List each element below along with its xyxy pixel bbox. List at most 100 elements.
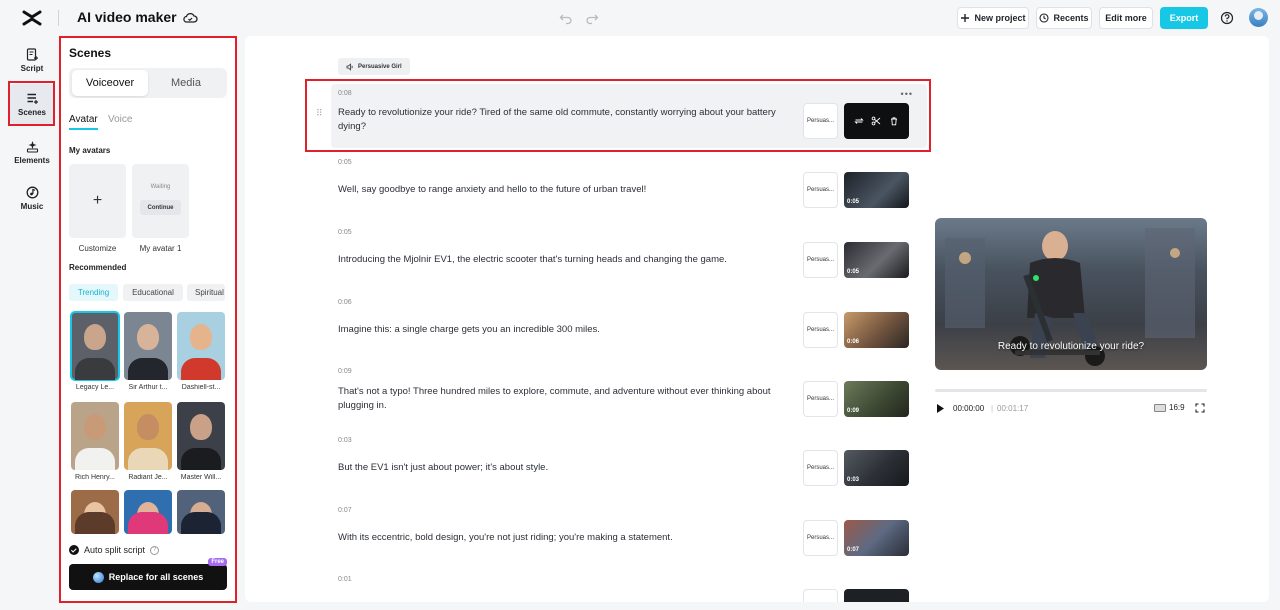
avatar-card[interactable] — [124, 490, 172, 534]
avatar-caption: Dashiell-st... — [181, 384, 221, 391]
recents-button[interactable]: Recents — [1036, 7, 1092, 29]
scene-duration: 0:09 — [847, 408, 860, 414]
scene-row[interactable]: 0:07 With its eccentric, bold design, yo… — [331, 504, 927, 564]
replace-label: Replace for all scenes — [108, 572, 204, 582]
chip-trending[interactable]: Trending — [69, 284, 118, 301]
cloud-sync-icon[interactable] — [182, 10, 198, 26]
avatar-card[interactable] — [70, 311, 120, 381]
my-avatar-caption: My avatar 1 — [139, 244, 182, 253]
export-label: Export — [1169, 13, 1199, 23]
scene-row[interactable]: 0:01 — [331, 573, 927, 602]
fullscreen-icon[interactable] — [1195, 403, 1205, 413]
playback-progress-bar[interactable] — [935, 389, 1207, 392]
undo-icon[interactable] — [559, 11, 573, 25]
redo-icon[interactable] — [585, 11, 599, 25]
avatar-card[interactable] — [124, 402, 172, 470]
scene-row[interactable]: 0:03 But the EV1 isn't just about power;… — [331, 434, 927, 494]
chip-spiritual[interactable]: Spiritual — [187, 284, 225, 301]
total-time: 00:01:17 — [997, 404, 1029, 413]
voice-tag[interactable]: Persuasive Girl — [338, 58, 410, 75]
scene-text[interactable]: Ready to revolutionize your ride? Tired … — [338, 106, 793, 134]
capcut-logo[interactable] — [22, 9, 42, 27]
avatar-card[interactable] — [71, 402, 119, 470]
scene-thumbnail[interactable]: 0:06 — [844, 312, 909, 348]
current-time: 00:00:00 — [953, 404, 985, 413]
help-icon[interactable] — [1220, 11, 1234, 25]
rail-item-scenes[interactable]: Scenes — [10, 84, 54, 124]
seg-media[interactable]: Media — [148, 70, 224, 96]
tab-avatar[interactable]: Avatar — [69, 114, 98, 130]
avatar-card[interactable] — [177, 312, 225, 380]
checkbox-checked-icon[interactable] — [69, 545, 79, 555]
scene-row[interactable]: 0:06 Imagine this: a single charge gets … — [331, 296, 927, 356]
avatar-card[interactable] — [124, 312, 172, 380]
auto-split-toggle[interactable]: Auto split script ? — [69, 545, 160, 555]
avatar-caption: Rich Henry... — [75, 474, 115, 481]
scene-voice-button[interactable]: Persuas... — [803, 312, 838, 348]
scene-voice-button[interactable]: Persuas... — [803, 242, 838, 278]
drag-handle-icon[interactable]: ⠿ — [316, 108, 326, 122]
scene-text[interactable]: But the EV1 isn't just about power; it's… — [338, 461, 793, 475]
video-preview[interactable]: Ready to revolutionize your ride? — [935, 218, 1207, 370]
scene-time: 0:03 — [338, 437, 352, 444]
replace-for-all-scenes-button[interactable]: Replace for all scenes Free — [69, 558, 227, 590]
info-icon[interactable]: ? — [150, 545, 160, 555]
edit-more-button[interactable]: Edit more — [1099, 7, 1153, 29]
plus-icon — [961, 14, 970, 22]
scenes-icon — [27, 93, 38, 104]
scene-text[interactable]: That's not a typo! Three hundred miles t… — [338, 385, 793, 413]
user-avatar[interactable] — [1249, 8, 1268, 27]
scene-thumbnail[interactable] — [844, 589, 909, 602]
scene-text[interactable]: Introducing the Mjolnir EV1, the electri… — [338, 253, 793, 267]
aspect-ratio-button[interactable]: 16:9 — [1154, 403, 1185, 412]
app-title: AI video maker — [77, 9, 177, 25]
export-button[interactable]: Export — [1160, 7, 1208, 29]
scene-voice-button[interactable] — [803, 589, 838, 602]
scene-text[interactable]: Imagine this: a single charge gets you a… — [338, 323, 793, 337]
more-options-icon[interactable]: ••• — [901, 89, 913, 99]
scene-duration: 0:05 — [847, 199, 860, 205]
scene-thumbnail[interactable]: 0:05 — [844, 242, 909, 278]
scene-thumbnail-active[interactable] — [844, 103, 909, 139]
scene-thumbnail[interactable]: 0:05 — [844, 172, 909, 208]
scene-row[interactable]: 0:05 Well, say goodbye to range anxiety … — [331, 156, 927, 216]
rail-item-music[interactable]: Music — [10, 178, 54, 218]
scene-row-active[interactable]: 0:08 ••• Ready to revolutionize your rid… — [331, 84, 927, 148]
scene-text[interactable]: Well, say goodbye to range anxiety and h… — [338, 183, 793, 197]
chip-educational[interactable]: Educational — [123, 284, 183, 301]
customize-caption: Customize — [78, 244, 117, 253]
scene-voice-button[interactable]: Persuas... — [803, 520, 838, 556]
rail-item-script[interactable]: Script — [10, 40, 54, 80]
scene-voice-button[interactable]: Persuas... — [803, 450, 838, 486]
seg-voiceover[interactable]: Voiceover — [72, 70, 148, 96]
scene-voice-button[interactable]: Persuas... — [803, 381, 838, 417]
scene-thumbnail[interactable]: 0:03 — [844, 450, 909, 486]
avatar-card[interactable] — [177, 402, 225, 470]
replace-icon[interactable] — [854, 116, 864, 126]
scene-thumbnail[interactable]: 0:09 — [844, 381, 909, 417]
avatar-card[interactable] — [71, 490, 119, 534]
trash-icon[interactable] — [889, 116, 899, 126]
waiting-text: Waiting — [150, 184, 171, 190]
my-avatar-tile[interactable]: Waiting Continue — [132, 164, 189, 238]
new-project-label: New project — [974, 13, 1026, 23]
continue-button[interactable]: Continue — [140, 200, 181, 215]
scene-thumbnail[interactable]: 0:07 — [844, 520, 909, 556]
scene-text[interactable]: With its eccentric, bold design, you're … — [338, 531, 793, 545]
new-project-button[interactable]: New project — [957, 7, 1029, 29]
avatar-card[interactable] — [177, 490, 225, 534]
scene-row[interactable]: 0:05 Introducing the Mjolnir EV1, the el… — [331, 226, 927, 286]
rail-item-elements[interactable]: Elements — [10, 132, 54, 172]
rail-label-scenes: Scenes — [17, 107, 47, 117]
aspect-ratio-icon — [1154, 403, 1166, 412]
edit-more-label: Edit more — [1105, 13, 1147, 23]
scene-duration: 0:05 — [847, 269, 860, 275]
tab-voice[interactable]: Voice — [108, 114, 132, 125]
scene-voice-button[interactable]: Persuas... — [803, 172, 838, 208]
customize-avatar-tile[interactable]: + — [69, 164, 126, 238]
script-icon — [26, 47, 38, 61]
scene-voice-button[interactable]: Persuas... — [803, 103, 838, 139]
play-icon[interactable] — [936, 403, 945, 414]
scissors-icon[interactable] — [871, 116, 881, 126]
scene-row[interactable]: 0:09 That's not a typo! Three hundred mi… — [331, 365, 927, 425]
